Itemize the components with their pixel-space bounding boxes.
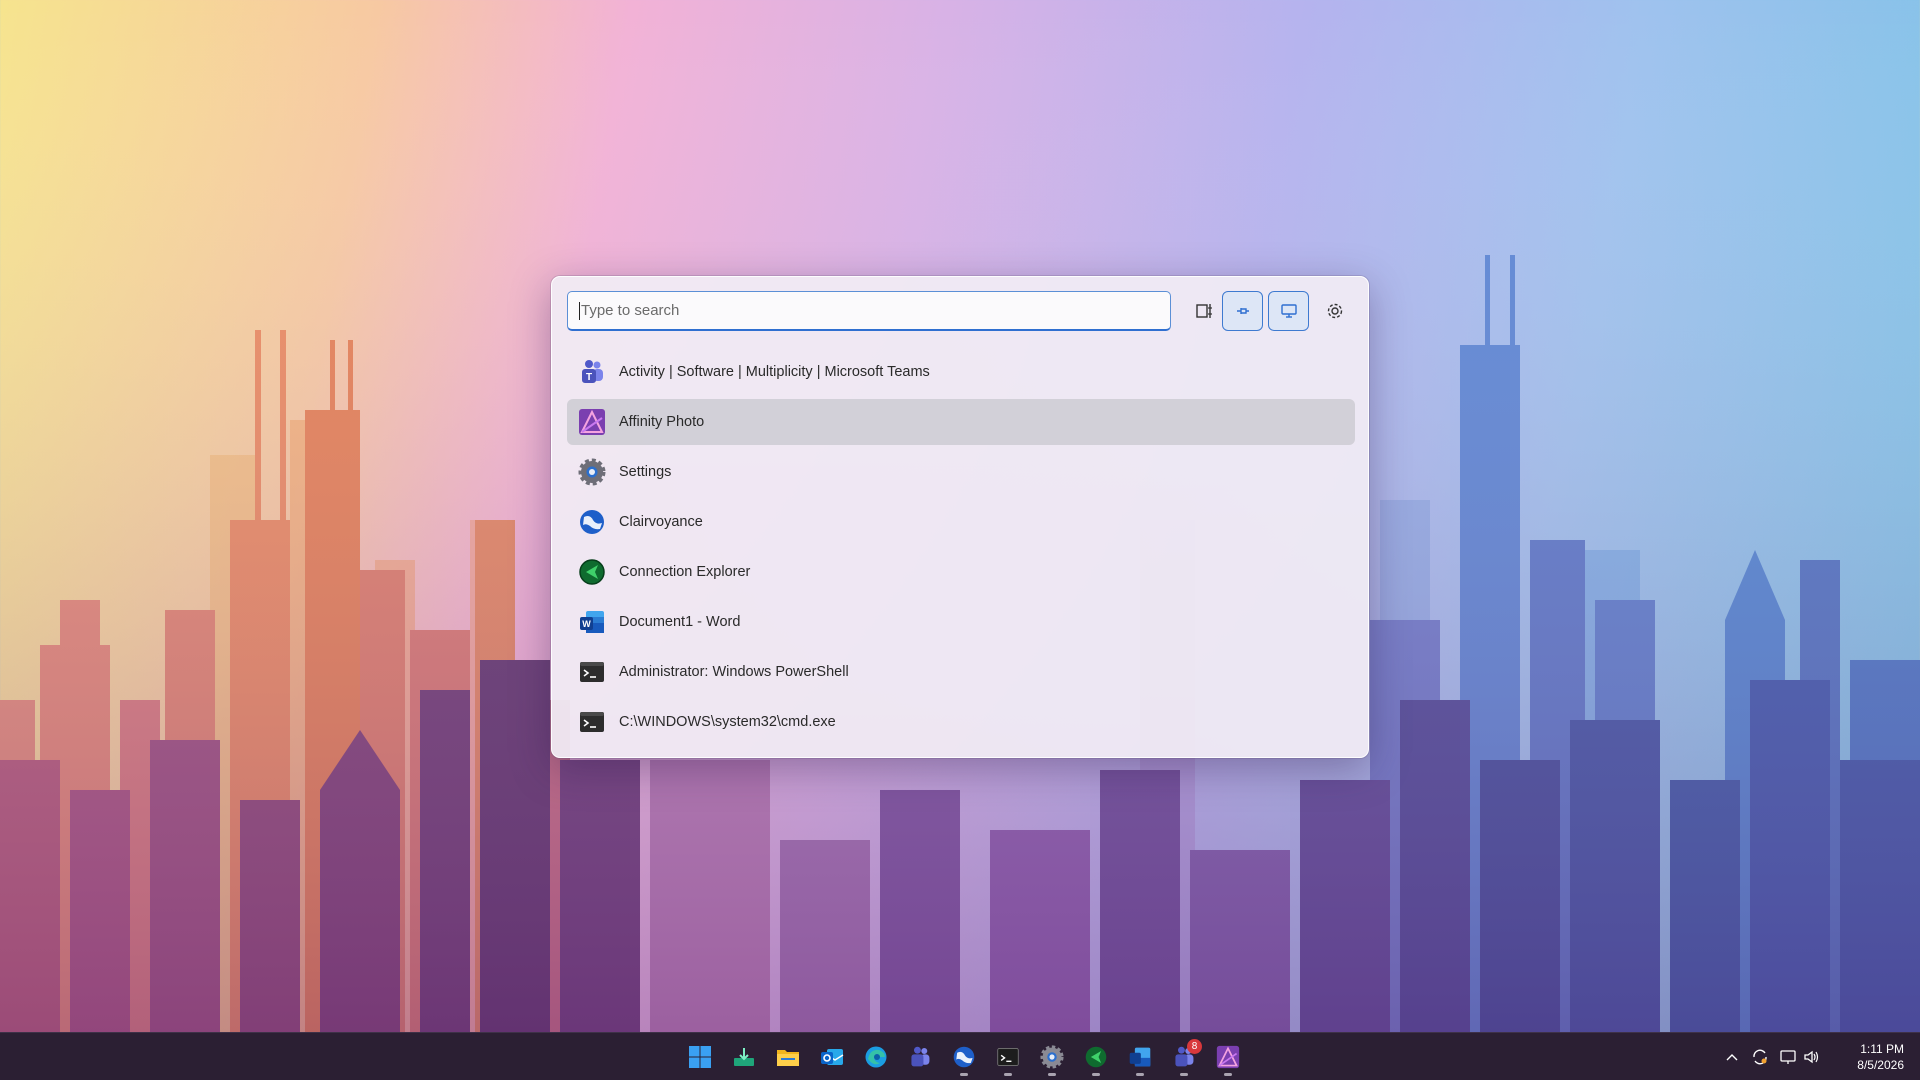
search-box[interactable]: [567, 291, 1171, 331]
result-list: T Activity | Software | Multiplicity | M…: [567, 349, 1355, 749]
result-row-connection-explorer[interactable]: Connection Explorer: [567, 549, 1355, 595]
clairvoyance-globe-icon: [952, 1045, 976, 1069]
affinity-photo-icon: [577, 407, 607, 437]
taskbar-file-explorer[interactable]: [768, 1037, 808, 1077]
edge-icon: [864, 1045, 888, 1069]
running-indicator: [1136, 1073, 1144, 1076]
taskbar-word[interactable]: [1120, 1037, 1160, 1077]
taskbar-teams[interactable]: [900, 1037, 940, 1077]
result-label: Connection Explorer: [619, 564, 751, 580]
word-icon: W: [577, 607, 607, 637]
download-tray-icon: [732, 1045, 756, 1069]
system-tray: 1:11 PM 8/5/2026: [1700, 1033, 1920, 1080]
result-row-affinity-photo[interactable]: Affinity Photo: [567, 399, 1355, 445]
result-label: Administrator: Windows PowerShell: [619, 664, 849, 680]
result-label: Settings: [619, 464, 672, 480]
window-layout-icon: [1195, 301, 1215, 321]
taskbar-downloads[interactable]: [724, 1037, 764, 1077]
folder-icon: [775, 1045, 801, 1069]
notification-badge: 8: [1187, 1039, 1202, 1054]
clock-time: 1:11 PM: [1860, 1042, 1904, 1056]
pin-icon: [1234, 302, 1252, 320]
search-input[interactable]: [581, 302, 1141, 319]
clock-date: 8/5/2026: [1857, 1058, 1904, 1072]
running-indicator: [960, 1073, 968, 1076]
taskbar-terminal[interactable]: [988, 1037, 1028, 1077]
taskbar-connection-explorer[interactable]: [1076, 1037, 1116, 1077]
running-indicator: [1048, 1073, 1056, 1076]
running-indicator: [1092, 1073, 1100, 1076]
result-row-word[interactable]: W Document1 - Word: [567, 599, 1355, 645]
settings-button[interactable]: [1314, 291, 1355, 331]
result-label: Affinity Photo: [619, 414, 705, 430]
result-label: Document1 - Word: [619, 614, 741, 630]
taskbar-settings[interactable]: [1032, 1037, 1072, 1077]
result-row-settings[interactable]: Settings: [567, 449, 1355, 495]
windows-start-icon: [688, 1045, 712, 1069]
svg-text:T: T: [586, 372, 592, 383]
affinity-photo-icon: [1216, 1045, 1240, 1069]
monitor-button[interactable]: [1268, 291, 1309, 331]
result-label: C:\WINDOWS\system32\cmd.exe: [619, 714, 836, 730]
sync-icon[interactable]: [1750, 1047, 1770, 1067]
window-switcher-panel: T Activity | Software | Multiplicity | M…: [551, 276, 1369, 758]
monitor-icon: [1280, 302, 1298, 320]
taskbar-edge[interactable]: [856, 1037, 896, 1077]
result-row-powershell[interactable]: Administrator: Windows PowerShell: [567, 649, 1355, 695]
taskbar-clairvoyance[interactable]: [944, 1037, 984, 1077]
pin-button[interactable]: [1222, 291, 1263, 331]
svg-text:W: W: [582, 619, 591, 629]
text-caret: [579, 301, 580, 320]
clairvoyance-globe-icon: [577, 507, 607, 537]
connection-explorer-icon: [1084, 1045, 1108, 1069]
chevron-up-icon[interactable]: [1722, 1047, 1742, 1067]
taskbar-outlook[interactable]: [812, 1037, 852, 1077]
result-row-cmd[interactable]: C:\WINDOWS\system32\cmd.exe: [567, 699, 1355, 745]
taskbar-teams-badged[interactable]: 8: [1164, 1037, 1204, 1077]
result-row-teams[interactable]: T Activity | Software | Multiplicity | M…: [567, 349, 1355, 395]
result-row-clairvoyance[interactable]: Clairvoyance: [567, 499, 1355, 545]
taskbar-affinity-photo[interactable]: [1208, 1037, 1248, 1077]
taskbar: 8 1:11 PM 8/5/2026: [0, 1032, 1920, 1080]
running-indicator: [1224, 1073, 1232, 1076]
connection-explorer-icon: [577, 557, 607, 587]
settings-gear-icon: [1040, 1045, 1064, 1069]
word-icon: [1128, 1045, 1152, 1069]
running-indicator: [1180, 1073, 1188, 1076]
volume-icon[interactable]: [1802, 1047, 1822, 1067]
taskbar-start-button[interactable]: [680, 1037, 720, 1077]
gear-icon: [1325, 301, 1345, 321]
network-icon[interactable]: [1778, 1047, 1798, 1067]
outlook-icon: [819, 1045, 845, 1069]
settings-gear-icon: [577, 457, 607, 487]
teams-icon: T: [577, 357, 607, 387]
terminal-icon: [995, 1045, 1021, 1069]
teams-icon: [907, 1045, 933, 1069]
result-label: Activity | Software | Multiplicity | Mic…: [619, 364, 930, 380]
terminal-icon: [577, 707, 607, 737]
terminal-icon: [577, 657, 607, 687]
result-label: Clairvoyance: [619, 514, 703, 530]
window-layout-button[interactable]: [1184, 291, 1225, 331]
running-indicator: [1004, 1073, 1012, 1076]
clock[interactable]: 1:11 PM 8/5/2026: [1830, 1041, 1904, 1073]
